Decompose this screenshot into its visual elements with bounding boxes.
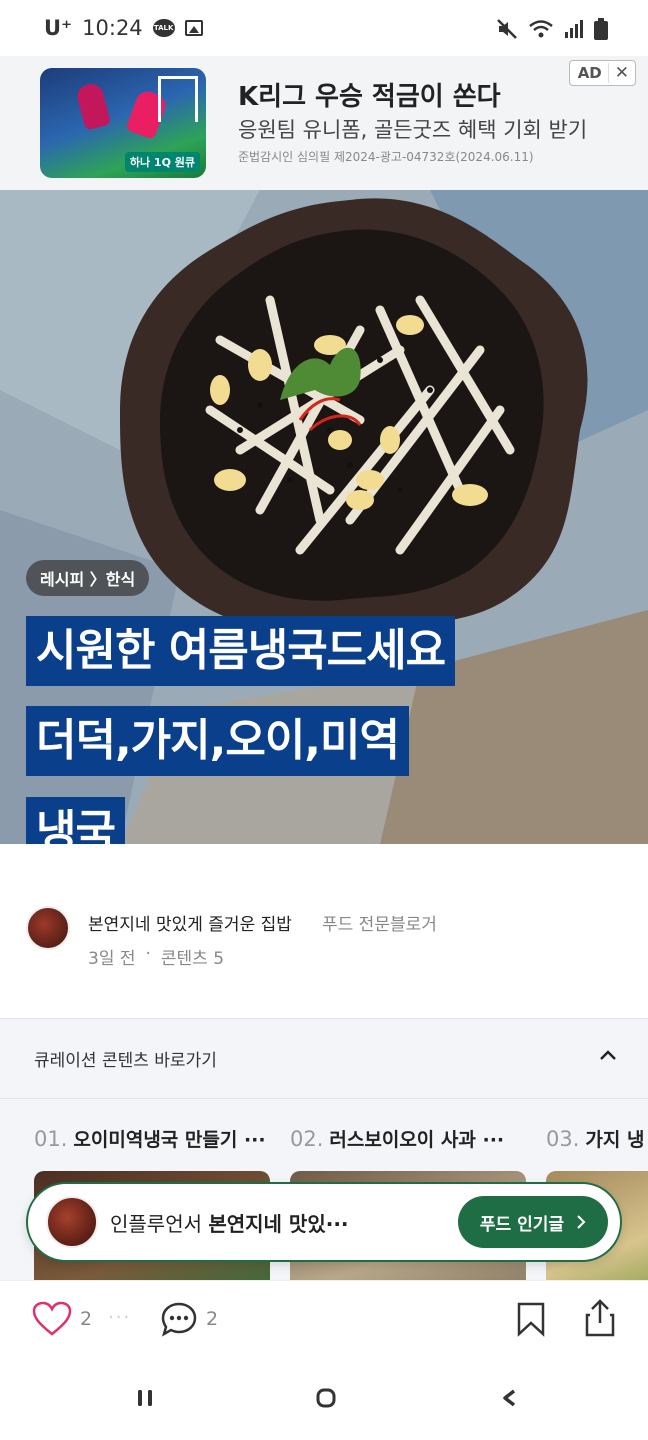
meta-separator: · bbox=[145, 944, 151, 964]
clock: 10:24 bbox=[82, 16, 143, 40]
ad-label: AD bbox=[577, 64, 602, 82]
share-icon[interactable] bbox=[584, 1299, 616, 1337]
influencer-avatar[interactable] bbox=[46, 1196, 98, 1248]
popular-posts-label: 푸드 인기글 bbox=[479, 1214, 564, 1235]
home-icon[interactable] bbox=[316, 1388, 336, 1408]
carrier-label: U⁺ bbox=[44, 16, 73, 40]
curation-item-title: 오이미역냉국 만들기 ··· bbox=[73, 1129, 266, 1151]
ad-disclaimer: 준법감시인 심의필 제2024-광고-04732호(2024.06.11) bbox=[238, 150, 534, 164]
influencer-prefix: 인플루언서 bbox=[110, 1212, 202, 1236]
curation-item-title: 러스보이오이 사과 ··· bbox=[329, 1129, 505, 1151]
post-time: 3일 전 bbox=[88, 949, 136, 969]
signal-icon bbox=[565, 20, 583, 38]
ad-badge[interactable]: AD ✕ bbox=[568, 60, 636, 86]
gallery-icon bbox=[184, 20, 203, 36]
comment-icon bbox=[161, 1302, 197, 1337]
popular-posts-button[interactable]: 푸드 인기글 bbox=[457, 1196, 608, 1248]
author-name[interactable]: 본연지네 맛있게 즐거운 집밥 bbox=[88, 910, 292, 935]
bowl-illustration bbox=[120, 198, 588, 633]
bookmark-icon[interactable] bbox=[516, 1301, 546, 1337]
like-button[interactable]: 2 bbox=[32, 1301, 92, 1337]
kakaotalk-icon: TALK bbox=[152, 19, 175, 37]
avatar[interactable] bbox=[26, 906, 70, 950]
close-icon[interactable]: ✕ bbox=[607, 63, 635, 83]
hero-image: 레시피 〉한식 시원한 여름냉국드세요 더덕,가지,오이,미역 냉국 bbox=[0, 190, 648, 844]
influencer-bar[interactable]: 인플루언서 본연지네 맛있··· 푸드 인기글 bbox=[26, 1182, 622, 1262]
curation-item-number: 01. bbox=[34, 1127, 68, 1151]
post-title-line-3: 냉국 bbox=[26, 797, 125, 844]
ad-brand-logo: 하나 1Q 원큐 bbox=[124, 152, 200, 172]
curation-item-number: 02. bbox=[290, 1127, 324, 1151]
like-count: 2 bbox=[80, 1308, 93, 1330]
curation-item-title: 가지 냉 bbox=[585, 1129, 645, 1151]
dots-separator: ··· bbox=[108, 1307, 132, 1328]
wifi-icon bbox=[529, 20, 553, 38]
comment-button[interactable]: 2 bbox=[160, 1301, 218, 1337]
ad-image[interactable]: 하나 1Q 원큐 bbox=[40, 68, 206, 178]
category-breadcrumb[interactable]: 레시피 〉한식 bbox=[26, 560, 150, 596]
chevron-up-icon[interactable] bbox=[598, 1045, 618, 1065]
battery-icon bbox=[594, 18, 608, 40]
ad-title[interactable]: K리그 우승 적금이 쏜다 bbox=[238, 76, 501, 113]
curation-item[interactable]: 03. 가지 냉 bbox=[546, 1125, 648, 1152]
ad-banner[interactable]: 하나 1Q 원큐 K리그 우승 적금이 쏜다 응원팀 유니폼, 골든굿즈 혜택 … bbox=[0, 56, 648, 190]
action-bar: 2 ··· 2 bbox=[0, 1280, 648, 1360]
curation-header[interactable]: 큐레이션 콘텐츠 바로가기 bbox=[0, 1019, 648, 1099]
post-title-line-2: 더덕,가지,오이,미역 bbox=[26, 706, 409, 776]
back-icon[interactable] bbox=[500, 1388, 520, 1408]
author-section: 본연지네 맛있게 즐거운 집밥 푸드 전문블로거 3일 전 · 콘텐츠 5 bbox=[0, 890, 648, 980]
curation-item[interactable]: 02. 러스보이오이 사과 ··· bbox=[290, 1125, 526, 1152]
recent-apps-icon[interactable] bbox=[136, 1388, 154, 1408]
influencer-text[interactable]: 인플루언서 본연지네 맛있··· bbox=[110, 1208, 349, 1237]
curation-item[interactable]: 01. 오이미역냉국 만들기 ··· bbox=[34, 1125, 270, 1152]
post-meta: 3일 전 · 콘텐츠 5 bbox=[88, 944, 224, 969]
ad-subtitle[interactable]: 응원팀 유니폼, 골든굿즈 혜택 기회 받기 bbox=[238, 114, 587, 144]
system-nav-bar bbox=[0, 1360, 648, 1440]
author-tag: 푸드 전문블로거 bbox=[322, 915, 437, 935]
comment-count: 2 bbox=[206, 1308, 219, 1330]
mute-icon bbox=[497, 19, 517, 39]
contents-count: 콘텐츠 5 bbox=[160, 949, 225, 969]
curation-title: 큐레이션 콘텐츠 바로가기 bbox=[34, 1051, 217, 1071]
curation-item-number: 03. bbox=[546, 1127, 580, 1151]
influencer-name: 본연지네 맛있··· bbox=[208, 1212, 349, 1236]
chevron-right-icon bbox=[577, 1215, 586, 1229]
heart-icon bbox=[32, 1301, 72, 1336]
post-title-line-1: 시원한 여름냉국드세요 bbox=[26, 616, 456, 686]
status-bar: U⁺ 10:24 TALK bbox=[0, 0, 648, 56]
